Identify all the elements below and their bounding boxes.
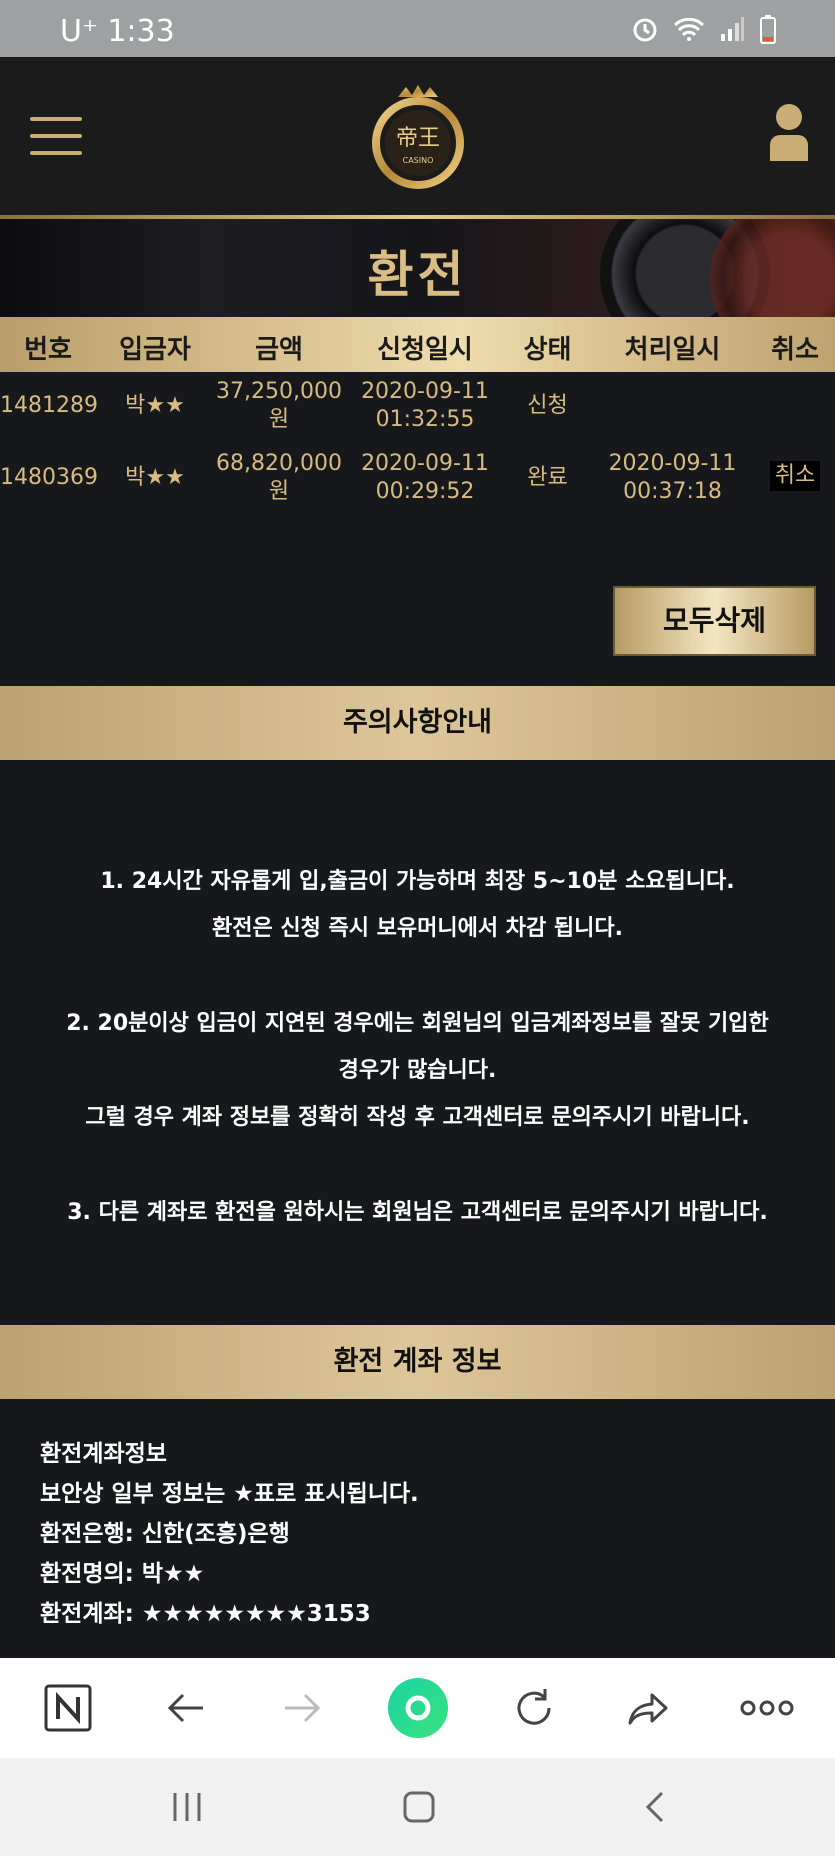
page-banner: 환전 — [0, 219, 835, 317]
account-title: 환전 계좌 정보 — [333, 1346, 502, 1377]
cancel-button[interactable]: 취소 — [770, 461, 820, 491]
status-time: U⁺ 1:33 — [60, 14, 175, 49]
casino-logo[interactable]: 帝王 CASINO — [358, 75, 478, 195]
notice-line: 환전은 신청 즉시 보유머니에서 차감 됩니다. — [212, 916, 623, 941]
table-row: 1480369 박★★ 68,820,000 원 2020-09-11 00:29:… — [0, 450, 835, 520]
col-header-depositor: 입금자 — [119, 335, 191, 365]
notice-line: 그럴 경우 계좌 정보를 정확히 작성 후 고객센터로 문의주시기 바랍니다. — [85, 1105, 750, 1130]
share-icon[interactable] — [624, 1683, 674, 1733]
back-arrow-icon[interactable] — [161, 1683, 211, 1733]
naver-home-icon[interactable] — [43, 1683, 93, 1733]
notice-body: 1. 24시간 자유롭게 입,출금이 가능하며 최장 5~10분 소요됩니다. … — [0, 760, 835, 1324]
col-header-no: 번호 — [24, 335, 72, 365]
cell-amount: 37,250,000 원 — [216, 379, 342, 432]
table-row: 1481289 박★★ 37,250,000 원 2020-09-11 01:32:… — [0, 378, 835, 448]
logo-subtext: CASINO — [403, 156, 434, 165]
home-icon[interactable] — [402, 1790, 436, 1828]
status-bar: U⁺ 1:33 — [0, 0, 835, 57]
col-header-request-date: 신청일시 — [377, 335, 473, 365]
notice-line: 3. 다른 계좌로 환전을 원하시는 회원님은 고객센터로 문의주시기 바랍니다… — [67, 1200, 768, 1225]
col-header-amount: 금액 — [255, 335, 303, 365]
cell-no: 1480369 — [0, 465, 98, 490]
account-line: 환전계좌정보 — [40, 1441, 167, 1467]
cell-status: 완료 — [527, 465, 568, 490]
app-header: 帝王 CASINO — [0, 57, 835, 215]
system-nav-bar — [0, 1758, 835, 1856]
notice-line: 1. 24시간 자유롭게 입,출금이 가능하며 최장 5~10분 소요됩니다. — [100, 869, 735, 894]
more-options-icon[interactable] — [740, 1683, 794, 1733]
cell-request-date: 2020-09-11 01:32:55 — [361, 379, 489, 432]
browser-toolbar — [0, 1658, 835, 1758]
notice-title: 주의사항안내 — [342, 707, 493, 738]
signal-icon — [721, 17, 744, 41]
col-header-status: 상태 — [523, 335, 572, 365]
delete-all-button[interactable]: 모두삭제 — [613, 586, 816, 656]
col-header-process-date: 처리일시 — [624, 335, 721, 365]
cell-request-date: 2020-09-11 00:29:52 — [361, 451, 489, 504]
account-section-header: 환전 계좌 정보 — [0, 1325, 835, 1399]
cell-depositor: 박★★ — [125, 465, 185, 490]
status-icons — [631, 14, 777, 44]
forward-arrow-icon[interactable] — [277, 1683, 327, 1733]
notice-section-header: 주의사항안내 — [0, 686, 835, 760]
cell-depositor: 박★★ — [125, 393, 185, 418]
account-line: 보안상 일부 정보는 ★표로 표시됩니다. — [40, 1481, 419, 1507]
system-back-icon[interactable] — [640, 1790, 670, 1828]
wifi-icon — [673, 17, 705, 41]
cell-amount: 68,820,000 원 — [216, 451, 342, 504]
hamburger-menu-icon[interactable] — [30, 117, 82, 157]
green-dot-icon[interactable] — [387, 1677, 449, 1739]
table-header: 번호 입금자 금액 신청일시 상태 처리일시 취소 — [0, 317, 835, 372]
account-line: 환전은행: 신한(조흥)은행 — [40, 1521, 290, 1547]
account-info: 환전계좌정보 보안상 일부 정보는 ★표로 표시됩니다. 환전은행: 신한(조흥… — [0, 1400, 835, 1658]
page-title: 환전 — [367, 246, 468, 304]
col-header-cancel: 취소 — [771, 335, 819, 365]
notice-line: 2. 20분이상 입금이 지연된 경우에는 회원님의 입금계좌정보를 잘못 기입… — [66, 1011, 769, 1036]
cell-status: 신청 — [527, 393, 568, 418]
logo-text: 帝王 — [396, 126, 440, 151]
alarm-icon — [633, 18, 657, 42]
account-line: 환전명의: 박★★ — [40, 1561, 205, 1587]
account-line: 환전계좌: ★★★★★★★★3153 — [40, 1601, 371, 1627]
recent-apps-icon[interactable] — [170, 1790, 204, 1828]
cell-process-date: 2020-09-11 00:37:18 — [608, 451, 737, 504]
refresh-icon[interactable] — [509, 1683, 559, 1733]
cell-no: 1481289 — [0, 393, 98, 418]
battery-icon — [760, 15, 776, 44]
notice-line: 경우가 많습니다. — [338, 1058, 497, 1083]
user-profile-icon[interactable] — [766, 103, 812, 161]
